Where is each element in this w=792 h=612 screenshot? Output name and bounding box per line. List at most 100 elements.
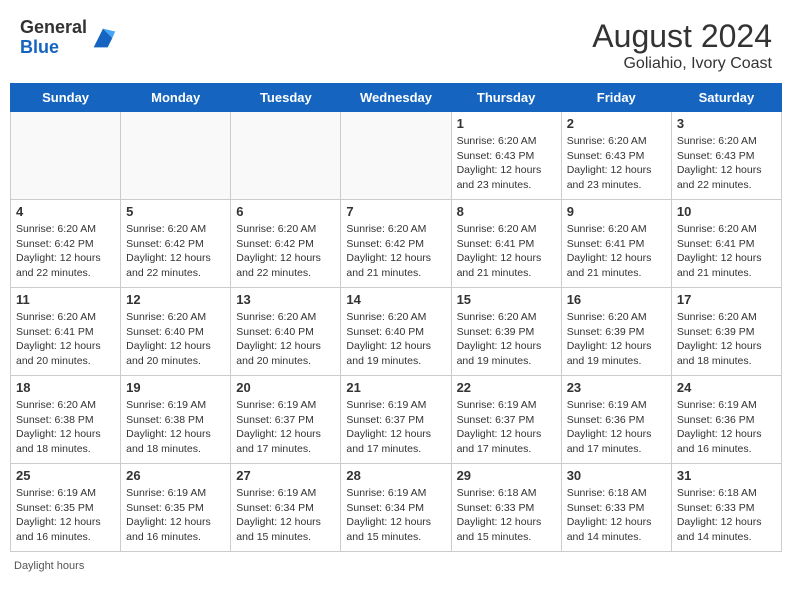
day-info: Sunrise: 6:19 AM Sunset: 6:38 PM Dayligh… [126,398,225,457]
day-number: 2 [567,116,666,131]
calendar-cell: 8Sunrise: 6:20 AM Sunset: 6:41 PM Daylig… [451,200,561,288]
calendar-footer: Daylight hours [10,560,782,572]
day-info: Sunrise: 6:20 AM Sunset: 6:43 PM Dayligh… [567,134,666,193]
calendar-cell: 6Sunrise: 6:20 AM Sunset: 6:42 PM Daylig… [231,200,341,288]
day-number: 24 [677,380,776,395]
day-info: Sunrise: 6:18 AM Sunset: 6:33 PM Dayligh… [457,486,556,545]
calendar-cell: 17 Sunrise: 6:20 AM Sunset: 6:39 PM Dayli… [671,288,781,376]
day-number: 5 [126,204,225,219]
day-info: Sunrise: 6:19 AM Sunset: 6:34 PM Dayligh… [346,486,445,545]
day-number: 23 [567,380,666,395]
day-info: Sunrise: 6:18 AM Sunset: 6:33 PM Dayligh… [677,486,776,545]
calendar-cell [231,112,341,200]
day-number: 22 [457,380,556,395]
calendar-cell: 25 Sunrise: 6:19 AM Sunset: 6:35 PM Dayli… [11,464,121,552]
calendar-cell: 21 Sunrise: 6:19 AM Sunset: 6:37 PM Dayli… [341,376,451,464]
calendar-cell [11,112,121,200]
day-info: Sunrise: 6:20 AM Sunset: 6:41 PM Dayligh… [567,222,666,281]
calendar-week-3: 11Sunrise: 6:20 AM Sunset: 6:41 PM Dayli… [11,288,782,376]
calendar-cell: 3 Sunrise: 6:20 AM Sunset: 6:43 PM Daylig… [671,112,781,200]
calendar-cell: 11Sunrise: 6:20 AM Sunset: 6:41 PM Dayli… [11,288,121,376]
calendar-cell: 18Sunrise: 6:20 AM Sunset: 6:38 PM Dayli… [11,376,121,464]
calendar-cell: 29 Sunrise: 6:18 AM Sunset: 6:33 PM Dayli… [451,464,561,552]
day-number: 19 [126,380,225,395]
day-info: Sunrise: 6:19 AM Sunset: 6:37 PM Dayligh… [236,398,335,457]
day-number: 17 [677,292,776,307]
calendar-cell: 1Sunrise: 6:20 AM Sunset: 6:43 PM Daylig… [451,112,561,200]
page-header: General Blue August 2024 Goliahio, Ivory… [10,10,782,79]
day-info: Sunrise: 6:19 AM Sunset: 6:35 PM Dayligh… [16,486,115,545]
day-number: 4 [16,204,115,219]
day-number: 1 [457,116,556,131]
calendar-cell: 19 Sunrise: 6:19 AM Sunset: 6:38 PM Dayli… [121,376,231,464]
day-number: 6 [236,204,335,219]
calendar-cell: 22 Sunrise: 6:19 AM Sunset: 6:37 PM Dayli… [451,376,561,464]
day-info: Sunrise: 6:20 AM Sunset: 6:42 PM Dayligh… [16,222,115,281]
calendar-cell: 31 Sunrise: 6:18 AM Sunset: 6:33 PM Dayli… [671,464,781,552]
calendar-cell: 10 Sunrise: 6:20 AM Sunset: 6:41 PM Dayli… [671,200,781,288]
calendar-cell: 20Sunrise: 6:19 AM Sunset: 6:37 PM Dayli… [231,376,341,464]
calendar-header-monday: Monday [121,84,231,112]
calendar-cell: 13Sunrise: 6:20 AM Sunset: 6:40 PM Dayli… [231,288,341,376]
day-number: 14 [346,292,445,307]
day-number: 15 [457,292,556,307]
day-info: Sunrise: 6:20 AM Sunset: 6:42 PM Dayligh… [346,222,445,281]
calendar-table: SundayMondayTuesdayWednesdayThursdayFrid… [10,83,782,552]
day-info: Sunrise: 6:19 AM Sunset: 6:36 PM Dayligh… [677,398,776,457]
calendar-header-row: SundayMondayTuesdayWednesdayThursdayFrid… [11,84,782,112]
day-number: 13 [236,292,335,307]
calendar-cell: 16Sunrise: 6:20 AM Sunset: 6:39 PM Dayli… [561,288,671,376]
daylight-label: Daylight hours [14,560,84,572]
calendar-header-thursday: Thursday [451,84,561,112]
calendar-cell: 24 Sunrise: 6:19 AM Sunset: 6:36 PM Dayli… [671,376,781,464]
day-info: Sunrise: 6:19 AM Sunset: 6:37 PM Dayligh… [457,398,556,457]
day-info: Sunrise: 6:20 AM Sunset: 6:39 PM Dayligh… [457,310,556,369]
calendar-cell: 30Sunrise: 6:18 AM Sunset: 6:33 PM Dayli… [561,464,671,552]
calendar-cell: 15 Sunrise: 6:20 AM Sunset: 6:39 PM Dayli… [451,288,561,376]
day-info: Sunrise: 6:20 AM Sunset: 6:41 PM Dayligh… [677,222,776,281]
month-year-title: August 2024 [592,18,772,55]
day-number: 31 [677,468,776,483]
day-number: 8 [457,204,556,219]
day-info: Sunrise: 6:20 AM Sunset: 6:40 PM Dayligh… [126,310,225,369]
day-number: 25 [16,468,115,483]
day-info: Sunrise: 6:20 AM Sunset: 6:40 PM Dayligh… [346,310,445,369]
calendar-cell: 27 Sunrise: 6:19 AM Sunset: 6:34 PM Dayli… [231,464,341,552]
day-info: Sunrise: 6:20 AM Sunset: 6:39 PM Dayligh… [677,310,776,369]
day-info: Sunrise: 6:19 AM Sunset: 6:35 PM Dayligh… [126,486,225,545]
day-number: 28 [346,468,445,483]
calendar-cell: 9 Sunrise: 6:20 AM Sunset: 6:41 PM Daylig… [561,200,671,288]
calendar-cell: 5 Sunrise: 6:20 AM Sunset: 6:42 PM Daylig… [121,200,231,288]
calendar-cell: 28 Sunrise: 6:19 AM Sunset: 6:34 PM Dayli… [341,464,451,552]
day-info: Sunrise: 6:20 AM Sunset: 6:43 PM Dayligh… [677,134,776,193]
day-number: 3 [677,116,776,131]
day-info: Sunrise: 6:19 AM Sunset: 6:36 PM Dayligh… [567,398,666,457]
calendar-cell: 7 Sunrise: 6:20 AM Sunset: 6:42 PM Daylig… [341,200,451,288]
day-number: 9 [567,204,666,219]
calendar-header-tuesday: Tuesday [231,84,341,112]
logo-icon [89,24,117,52]
calendar-cell: 23 Sunrise: 6:19 AM Sunset: 6:36 PM Dayli… [561,376,671,464]
day-info: Sunrise: 6:19 AM Sunset: 6:34 PM Dayligh… [236,486,335,545]
calendar-cell [121,112,231,200]
day-info: Sunrise: 6:19 AM Sunset: 6:37 PM Dayligh… [346,398,445,457]
day-number: 12 [126,292,225,307]
day-number: 21 [346,380,445,395]
day-info: Sunrise: 6:20 AM Sunset: 6:42 PM Dayligh… [126,222,225,281]
calendar-cell: 14 Sunrise: 6:20 AM Sunset: 6:40 PM Dayli… [341,288,451,376]
calendar-header-friday: Friday [561,84,671,112]
day-number: 27 [236,468,335,483]
day-number: 7 [346,204,445,219]
calendar-week-1: 1 Sunrise: 6:20 AM Sunset: 6:43 PM Daylig… [11,112,782,200]
calendar-week-4: 18Sunrise: 6:20 AM Sunset: 6:38 PM Dayli… [11,376,782,464]
logo-general-text: General [20,17,87,37]
calendar-header-wednesday: Wednesday [341,84,451,112]
day-number: 30 [567,468,666,483]
logo: General Blue [20,18,117,58]
logo-blue-text: Blue [20,37,59,57]
day-number: 29 [457,468,556,483]
calendar-week-2: 4 Sunrise: 6:20 AM Sunset: 6:42 PM Daylig… [11,200,782,288]
calendar-cell: 4 Sunrise: 6:20 AM Sunset: 6:42 PM Daylig… [11,200,121,288]
day-number: 10 [677,204,776,219]
calendar-cell: 12 Sunrise: 6:20 AM Sunset: 6:40 PM Dayli… [121,288,231,376]
